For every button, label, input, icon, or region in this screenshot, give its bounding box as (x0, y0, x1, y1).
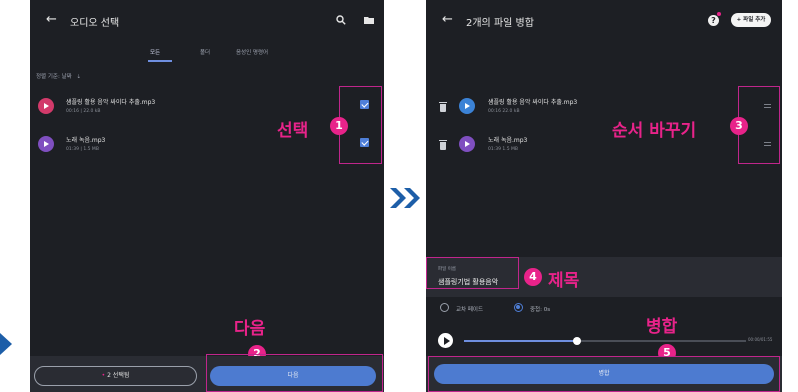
playback-time: 00:00/01:55 (748, 337, 773, 342)
help-glyph: ? (711, 16, 716, 25)
search-icon[interactable] (336, 15, 346, 25)
annotation-badge-4: 4 (524, 268, 542, 286)
annotation-merge-label: 병합 (646, 317, 678, 337)
tab-voice-command[interactable]: 음성인 명령어 (236, 48, 268, 56)
highlight-next-box (206, 354, 383, 392)
annotation-select-label: 선택 (277, 121, 309, 141)
file-meta: 00:16 22.0 kB (488, 109, 520, 114)
play-icon[interactable] (38, 98, 54, 114)
double-chevron-right-icon (390, 188, 420, 208)
selected-count-label: 2 선택됨 (107, 372, 130, 379)
play-icon[interactable] (38, 136, 54, 152)
sort-arrow-icon: ⇣ (76, 74, 82, 80)
highlight-merge-box (428, 356, 780, 392)
radio-crossfade-label: 교차 페이드 (456, 307, 484, 313)
merge-files-screen: ← 2개의 파일 병합 ? + 파일 추가 샘플링 활용 음악 싸이다 추출.m… (426, 0, 782, 392)
trash-icon[interactable] (439, 140, 447, 150)
file-meta: 00:16 | 22.0 kB (66, 109, 101, 114)
play-icon[interactable] (459, 98, 475, 114)
add-file-button[interactable]: + 파일 추가 (731, 13, 771, 27)
flow-arrow-left-icon (0, 333, 12, 355)
radio-overlap[interactable] (514, 303, 523, 312)
selected-dot: • (101, 372, 106, 379)
top-bar: ← 오디오 선택 (30, 0, 384, 44)
radio-crossfade[interactable] (440, 303, 449, 312)
page-title: 2개의 파일 병합 (466, 18, 534, 29)
highlight-title-box (426, 257, 519, 289)
file-row[interactable]: 샘플링 활용 음악 싸이다 추출.mp3 00:16 | 22.0 kB (30, 92, 384, 122)
sort-selector[interactable]: 정렬 기준: 날짜 ⇣ (36, 72, 81, 80)
trash-icon[interactable] (439, 102, 447, 112)
annotation-badge-1: 1 (330, 117, 348, 135)
file-name: 샘플링 활용 음악 싸이다 추출.mp3 (66, 99, 156, 106)
file-name: 샘플링 활용 음악 싸이다 추출.mp3 (488, 99, 578, 106)
page-title: 오디오 선택 (70, 18, 120, 29)
merge-file-row[interactable]: 샘플링 활용 음악 싸이다 추출.mp3 00:16 22.0 kB (426, 92, 782, 122)
tab-folder[interactable]: 폴더 (200, 48, 210, 56)
file-name: 노래 녹음.mp3 (66, 137, 106, 144)
play-button[interactable] (438, 333, 453, 348)
playback-progress (464, 340, 577, 342)
back-arrow-icon[interactable]: ← (442, 12, 453, 27)
notification-dot (717, 12, 721, 16)
playback-knob[interactable] (572, 337, 581, 345)
tab-bar: 모든 폴더 음성인 명령어 (30, 46, 384, 66)
back-arrow-icon[interactable]: ← (46, 12, 57, 27)
file-name: 노래 녹음.mp3 (488, 137, 528, 144)
audio-select-screen: ← 오디오 선택 모든 폴더 음성인 명령어 정렬 기준: 날짜 ⇣ 샘플링 활… (30, 0, 384, 392)
annotation-next-label: 다음 (234, 319, 266, 339)
play-icon[interactable] (459, 136, 475, 152)
annotation-badge-3: 3 (730, 117, 748, 135)
file-meta: 01:39 1.5 MB (488, 147, 518, 152)
playback-track[interactable] (464, 337, 746, 345)
active-tab-indicator (148, 60, 172, 62)
annotation-reorder-label: 순서 바꾸기 (612, 121, 697, 141)
top-bar: ← 2개의 파일 병합 ? + 파일 추가 (426, 0, 782, 44)
selected-count-button[interactable]: • 2 선택됨 (34, 366, 197, 386)
tab-all[interactable]: 모든 (150, 48, 160, 56)
folder-icon[interactable] (364, 16, 374, 24)
help-icon[interactable]: ? (708, 15, 719, 26)
sort-label: 정렬 기준: 날짜 (36, 74, 72, 80)
radio-overlap-label: 중첩: 0s (530, 307, 551, 313)
annotation-title-label: 제목 (548, 271, 580, 291)
file-row[interactable]: 노래 녹음.mp3 01:39 | 1.5 MB (30, 130, 384, 160)
merge-file-row[interactable]: 노래 녹음.mp3 01:39 1.5 MB (426, 130, 782, 160)
file-meta: 01:39 | 1.5 MB (66, 147, 99, 152)
